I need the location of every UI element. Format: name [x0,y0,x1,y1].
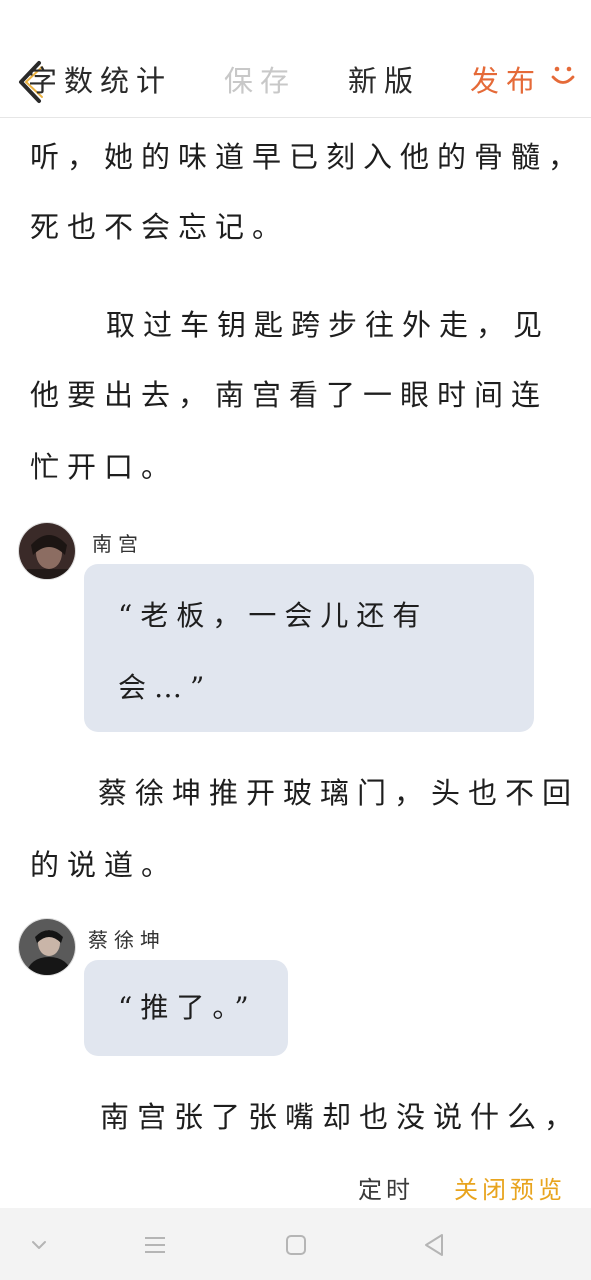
back-triangle-icon[interactable] [420,1230,450,1260]
story-line: 听，她的味道早已刻入他的骨髓， [30,140,586,174]
avatar-image [19,523,75,579]
story-line: 死也不会忘记。 [30,210,290,244]
close-preview-button[interactable]: 关闭预览 [454,1170,566,1205]
speaker-name: 蔡徐坤 [88,928,166,952]
avatar [18,918,76,976]
avatar [18,522,76,580]
dialog-bubble: “推了。” [84,960,288,1056]
system-navigation-bar [0,1208,591,1280]
publish-button[interactable]: 发布 [470,58,542,100]
story-line: 取过车钥匙跨步往外走，见 [106,308,551,342]
story-line: 蔡徐坤推开玻璃门，头也不回 [98,776,580,810]
word-count-button[interactable]: 字数统计 [28,58,172,100]
dialog-bubble: “老板，一会儿还有 会…” [84,564,534,732]
menu-icon[interactable] [140,1230,170,1260]
story-line: 南宫张了张嘴却也没说什么， [100,1100,582,1134]
story-line: 忙开口。 [30,450,179,484]
top-toolbar: 字数统计 保存 新版 发布 [0,0,591,118]
speaker-name: 南宫 [92,532,144,556]
new-version-button[interactable]: 新版 [348,58,420,100]
home-square-icon[interactable] [281,1230,311,1260]
story-line: 的说道。 [30,848,179,882]
dialog-line: “推了。” [118,991,257,1024]
story-line: 他要出去，南宫看了一眼时间连 [30,378,549,412]
dialog-line: “老板，一会儿还有 [118,599,429,632]
save-button[interactable]: 保存 [224,58,296,100]
preview-actions: 定时 关闭预览 [0,1160,591,1208]
dialog-line: 会…” [118,671,213,704]
avatar-image [19,919,75,975]
smile-icon[interactable] [548,60,578,90]
timer-button[interactable]: 定时 [358,1170,414,1205]
chevron-down-icon[interactable] [24,1230,54,1260]
